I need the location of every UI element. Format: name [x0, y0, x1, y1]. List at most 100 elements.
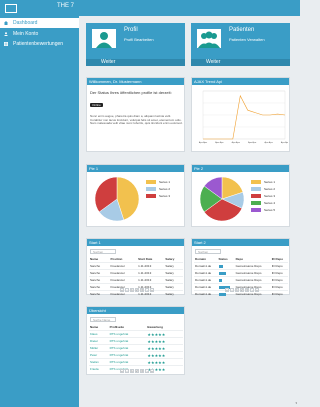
patients-card[interactable]: Patienten Patienten Verwalten Weiter	[191, 23, 290, 66]
page-button[interactable]: «	[225, 288, 229, 292]
uebersicht-card: Übersicht Suche Name Name Profilseite Bewe…	[86, 306, 185, 375]
table-cell[interactable]: RTS ungehrat	[108, 337, 147, 345]
page-button[interactable]: «	[120, 288, 124, 292]
rating-stars: ★★★★★	[146, 351, 183, 359]
legend-swatch	[251, 208, 261, 212]
start1-search-input[interactable]: Suchen	[90, 249, 116, 254]
table-cell: Salary	[164, 269, 183, 277]
page-button[interactable]: 3	[140, 288, 144, 292]
legend-label: Series 2	[159, 187, 171, 191]
table-cell[interactable]: RTS ungehrat	[108, 358, 147, 366]
legend-item: Series 4	[251, 200, 287, 207]
legend-label: Series 3	[159, 194, 171, 198]
page-button[interactable]: ›	[250, 288, 254, 292]
profile-weiter-button[interactable]: Weiter	[86, 59, 185, 66]
page-button[interactable]: ›	[145, 288, 149, 292]
table-cell: Salary	[164, 290, 183, 297]
legend-label: Series 5	[264, 208, 276, 212]
profile-card[interactable]: Profil Profil Bearbeiten Weiter	[86, 23, 185, 66]
table-cell: Salary	[164, 276, 183, 284]
table-cell[interactable]: RTS ungehrat	[108, 344, 147, 352]
table-row[interactable]: Dieter RTS ungehrat ★★★★★	[89, 337, 183, 345]
table-cell[interactable]: RTS ungehrat	[108, 351, 147, 359]
page-button[interactable]: 2	[240, 288, 244, 292]
table-row[interactable]: Müller RTS ungehrat ★★★★★	[89, 344, 183, 352]
sidebar-item-dashboard[interactable]: Dashboard	[0, 18, 79, 28]
uebersicht-search-input[interactable]: Suche Name	[90, 317, 116, 322]
ajax-line-chart: Ajax Ajax Ajax Ajax Ajax Ajax Ajax Ajax Ajax…	[199, 90, 288, 144]
table-row[interactable]: Sancho Freelancer 1.11.2013 Salary	[89, 262, 183, 270]
table-cell: Domain1.de	[194, 276, 218, 284]
page-button[interactable]: »	[150, 288, 154, 292]
logo-icon	[5, 4, 17, 13]
legend-swatch	[251, 187, 261, 191]
sidebar-item-mein-konto[interactable]: Mein Konto	[0, 29, 79, 39]
table-row[interactable]: Klaus RTS ungehrat ★★★★★	[89, 330, 183, 338]
pie1-chart	[94, 176, 140, 222]
table-cell: Salary	[164, 262, 183, 270]
page-button[interactable]: 3	[140, 369, 144, 373]
table-cell: Domain1.de	[194, 290, 218, 297]
legend-label: Series 3	[264, 194, 276, 198]
table-cell[interactable]: Klaus	[89, 330, 109, 338]
page-button[interactable]: «	[120, 369, 124, 373]
table-cell[interactable]: RTS ungehrat	[108, 330, 147, 338]
status-bar	[218, 271, 226, 275]
page-button[interactable]: ›	[145, 369, 149, 373]
start2-search-input[interactable]: Suchen	[195, 249, 221, 254]
table-cell: Domain1.de	[194, 283, 218, 291]
table-cell: Freelancer	[109, 262, 138, 270]
patients-subtitle: Patienten Verwalten	[229, 37, 265, 42]
table-cell[interactable]: Müller	[89, 344, 109, 352]
legend-label: Series 4	[264, 201, 276, 205]
table-cell: Sancho	[89, 276, 110, 284]
status-online-button[interactable]: Online	[90, 103, 103, 107]
table-row[interactable]: Sancho Freelancer 1.11.2013 Salary	[89, 269, 183, 277]
page-button[interactable]: 2	[135, 369, 139, 373]
x-tick-label: Ajax Ajax	[199, 141, 207, 144]
rating-stars: ★★★★★	[146, 337, 183, 345]
page-button[interactable]: 3	[245, 288, 249, 292]
patients-weiter-button[interactable]: Weiter	[191, 59, 290, 66]
table-cell[interactable]: Stefan	[89, 358, 109, 366]
x-tick-label: Ajax Ajax	[281, 141, 288, 144]
table-cell: 1.11.2013	[137, 262, 165, 270]
table-row[interactable]: Domain1.de Gemeinsame Repo ID Repo	[194, 276, 288, 284]
page-button[interactable]: »	[255, 288, 259, 292]
table-cell[interactable]: Frieda	[89, 365, 109, 372]
sidebar-item-patientenbewertungen[interactable]: Patientenbewertungen	[0, 39, 79, 49]
page-button[interactable]: 2	[135, 288, 139, 292]
table-row[interactable]: Domain1.de Gemeinsame Repo ID Repo	[194, 262, 288, 270]
table-cell: Salary	[164, 283, 183, 291]
table-row[interactable]: Sancho Freelancer 1.11.2013 Salary	[89, 276, 183, 284]
app-title: THE 7	[57, 3, 75, 9]
sidebar-item-label: Dashboard	[13, 20, 38, 26]
uebersicht-table: Name Profilseite Bewertung Klaus RTS ungehra…	[89, 324, 183, 372]
x-tick-label: Ajax Ajax	[264, 141, 272, 144]
pie1-legend: Series 1 Series 2 Series 3	[146, 179, 182, 200]
table-row[interactable]: Peter RTS ungehrat ★★★★★	[89, 351, 183, 359]
page-button[interactable]: 1	[130, 288, 134, 292]
table-row[interactable]: Stefan RTS ungehrat ★★★★★	[89, 358, 183, 366]
page-button[interactable]: ‹	[125, 288, 129, 292]
page-button[interactable]: ‹	[125, 369, 129, 373]
legend-item: Series 1	[146, 179, 182, 186]
pie1-card: Pie 1 Series 1 Series 2 Series 3	[86, 164, 185, 227]
start2-header: Start 2	[192, 239, 289, 246]
page-button[interactable]: »	[150, 369, 154, 373]
table-cell: ID Repo	[270, 269, 288, 277]
start1-header: Start 1	[87, 239, 184, 246]
start1-card: Start 1 Suchen Name Position Start Date Sal…	[86, 238, 185, 297]
sidebar: Dashboard Mein Konto Patientenbewertunge…	[0, 16, 79, 407]
table-cell[interactable]: Peter	[89, 351, 109, 359]
scroll-down-icon[interactable]: ▾	[295, 401, 297, 405]
page-button[interactable]: 1	[130, 369, 134, 373]
table-cell[interactable]: Dieter	[89, 337, 109, 345]
welcome-body-text: Nunc enim augue, pharetra quis diam a, a…	[90, 114, 183, 126]
legend-swatch	[251, 180, 261, 184]
table-row[interactable]: Domain1.de Gemeinsame Repo ID Repo	[194, 269, 288, 277]
page-button[interactable]: 1	[235, 288, 239, 292]
ajax-header: AJAX Trend Api	[192, 78, 289, 85]
legend-label: Series 1	[159, 180, 171, 184]
page-button[interactable]: ‹	[230, 288, 234, 292]
